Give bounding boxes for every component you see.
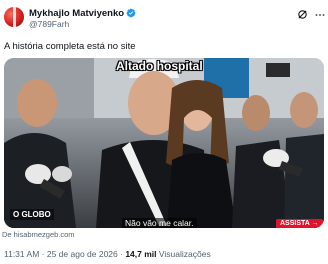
tweet-time[interactable]: 11:31 AM (4, 249, 39, 259)
channel-logo: O GLOBO (10, 209, 54, 220)
author-name-text: Mykhajlo Matviyenko (29, 8, 125, 19)
author-avatar[interactable] (4, 7, 24, 27)
meta-separator: · (39, 249, 47, 259)
tweet-header: Mykhajlo Matviyenko @789Farh (0, 0, 328, 34)
source-link[interactable]: De hisabmezgeb.com (2, 230, 75, 239)
tweet-date[interactable]: 25 de ago de 2026 (47, 249, 118, 259)
author-display-name[interactable]: Mykhajlo Matviyenko (29, 8, 136, 19)
author-handle[interactable]: @789Farh (29, 19, 69, 29)
watch-button[interactable]: ASSISTA → (276, 219, 323, 228)
views-count: 14,7 mil (125, 249, 157, 259)
grok-icon[interactable] (297, 9, 308, 20)
verified-badge-icon (126, 9, 136, 18)
media-caption: Altado hospital (116, 59, 203, 73)
media-subtitle: Não vão me calar. (122, 218, 197, 228)
views-label: Visualizações (158, 249, 211, 259)
tweet-text: A história completa está no site (4, 41, 136, 52)
media-scene (4, 58, 324, 228)
tweet-meta: 11:31 AM · 25 de ago de 2026 · 14,7 mil … (4, 249, 211, 259)
more-options-icon[interactable] (314, 9, 326, 21)
tweet-media-video[interactable]: Altado hospital O GLOBO Não vão me calar… (4, 58, 324, 228)
